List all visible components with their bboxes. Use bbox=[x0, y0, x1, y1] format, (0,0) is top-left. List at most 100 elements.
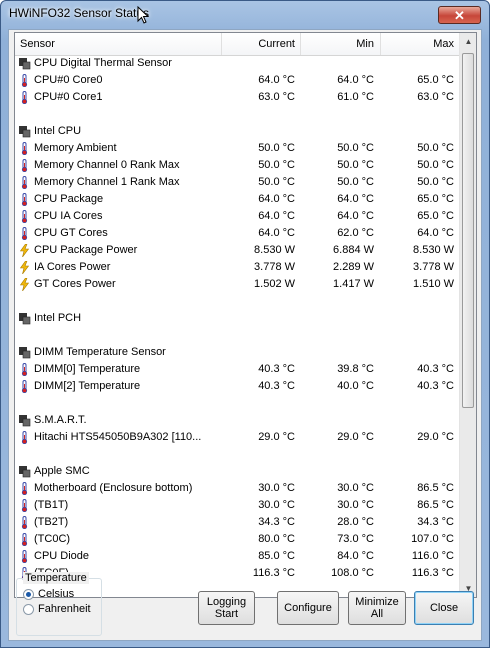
sensor-row[interactable]: (TB1T) 30.0 °C 30.0 °C 86.5 °C bbox=[15, 497, 460, 514]
sensor-name: Hitachi HTS545050B9A302 [110... bbox=[34, 431, 202, 443]
sensor-row[interactable]: CPU Package 64.0 °C 64.0 °C 65.0 °C bbox=[15, 191, 460, 208]
sensor-row[interactable]: (TC0C) 80.0 °C 73.0 °C 107.0 °C bbox=[15, 531, 460, 548]
column-header-max[interactable]: Max bbox=[433, 38, 454, 50]
thermometer-icon bbox=[18, 550, 31, 564]
thermometer-icon bbox=[18, 91, 31, 105]
min-value: 30.0 °C bbox=[337, 499, 374, 511]
max-value: 107.0 °C bbox=[411, 533, 454, 545]
configure-button[interactable]: Configure bbox=[277, 591, 339, 625]
radio-selected-icon[interactable] bbox=[23, 589, 34, 600]
sensor-group-row[interactable]: CPU Digital Thermal Sensor bbox=[15, 55, 460, 72]
chip-icon bbox=[18, 346, 31, 359]
min-value: 84.0 °C bbox=[337, 550, 374, 562]
min-value: 1.417 W bbox=[333, 278, 374, 290]
sensor-group-row[interactable]: Intel PCH bbox=[15, 310, 460, 327]
sensor-row[interactable]: DIMM[2] Temperature 40.3 °C 40.0 °C 40.3 °C bbox=[15, 378, 460, 395]
sensor-group-row[interactable]: Intel CPU bbox=[15, 123, 460, 140]
min-value: 2.289 W bbox=[333, 261, 374, 273]
sensor-group-row[interactable]: DIMM Temperature Sensor bbox=[15, 344, 460, 361]
current-value: 30.0 °C bbox=[258, 499, 295, 511]
thermometer-icon bbox=[18, 159, 31, 173]
max-value: 65.0 °C bbox=[417, 74, 454, 86]
max-value: 40.3 °C bbox=[417, 380, 454, 392]
thermometer-icon bbox=[18, 74, 31, 88]
mouse-cursor-icon bbox=[137, 6, 149, 24]
sensor-row[interactable]: Motherboard (Enclosure bottom) 30.0 °C 30.… bbox=[15, 480, 460, 497]
table-header: Sensor Current Min Max bbox=[15, 33, 460, 56]
thermometer-icon bbox=[18, 227, 31, 241]
min-value: 108.0 °C bbox=[331, 567, 374, 579]
chip-icon bbox=[18, 125, 31, 138]
sensor-row[interactable]: (TB2T) 34.3 °C 28.0 °C 34.3 °C bbox=[15, 514, 460, 531]
sensor-table[interactable]: Sensor Current Min Max CPU Digital Therm… bbox=[14, 32, 477, 598]
client-area: Sensor Current Min Max CPU Digital Therm… bbox=[8, 29, 482, 641]
scroll-up-arrow-icon[interactable]: ▲ bbox=[461, 33, 476, 50]
column-header-current[interactable]: Current bbox=[258, 38, 295, 50]
sensor-row[interactable]: CPU#0 Core1 63.0 °C 61.0 °C 63.0 °C bbox=[15, 89, 460, 106]
column-header-min[interactable]: Min bbox=[356, 38, 374, 50]
min-value: 30.0 °C bbox=[337, 482, 374, 494]
thermometer-icon bbox=[18, 499, 31, 513]
sensor-name: (TC0C) bbox=[34, 533, 71, 545]
sensor-row[interactable]: GT Cores Power 1.502 W 1.417 W 1.510 W bbox=[15, 276, 460, 293]
max-value: 63.0 °C bbox=[417, 91, 454, 103]
max-value: 65.0 °C bbox=[417, 210, 454, 222]
logging-start-button[interactable]: Logging Start bbox=[198, 591, 255, 625]
current-value: 50.0 °C bbox=[258, 142, 295, 154]
sensor-name: DIMM[2] Temperature bbox=[34, 380, 141, 392]
sensor-row[interactable]: DIMM[0] Temperature 40.3 °C 39.8 °C 40.3 °C bbox=[15, 361, 460, 378]
sensor-name: DIMM[0] Temperature bbox=[34, 363, 141, 375]
current-value: 64.0 °C bbox=[258, 210, 295, 222]
sensor-row[interactable]: CPU GT Cores 64.0 °C 62.0 °C 64.0 °C bbox=[15, 225, 460, 242]
column-divider[interactable] bbox=[380, 33, 381, 55]
sensor-row[interactable]: Memory Channel 0 Rank Max 50.0 °C 50.0 °C 5… bbox=[15, 157, 460, 174]
sensor-row[interactable]: Memory Ambient 50.0 °C 50.0 °C 50.0 °C bbox=[15, 140, 460, 157]
sensor-row[interactable]: Memory Channel 1 Rank Max 50.0 °C 50.0 °C 5… bbox=[15, 174, 460, 191]
thermometer-icon bbox=[18, 193, 31, 207]
sensor-group-row[interactable]: Apple SMC bbox=[15, 463, 460, 480]
fahrenheit-radio[interactable]: Fahrenheit bbox=[23, 603, 103, 617]
sensor-row[interactable]: CPU#0 Core0 64.0 °C 64.0 °C 65.0 °C bbox=[15, 72, 460, 89]
max-value: 1.510 W bbox=[413, 278, 454, 290]
scrollbar-thumb[interactable] bbox=[462, 53, 474, 408]
lightning-icon bbox=[18, 260, 31, 275]
sensor-row[interactable]: CPU Package Power 8.530 W 6.884 W 8.530 W bbox=[15, 242, 460, 259]
minimize-all-button[interactable]: Minimize All bbox=[348, 591, 406, 625]
lightning-icon bbox=[18, 277, 31, 292]
sensor-row[interactable]: CPU Diode 85.0 °C 84.0 °C 116.0 °C bbox=[15, 548, 460, 565]
sensor-row[interactable]: IA Cores Power 3.778 W 2.289 W 3.778 W bbox=[15, 259, 460, 276]
sensor-name: Memory Ambient bbox=[34, 142, 117, 154]
sensor-name: CPU Package bbox=[34, 193, 104, 205]
start-label: Start bbox=[214, 608, 239, 620]
current-value: 40.3 °C bbox=[258, 380, 295, 392]
min-value: 39.8 °C bbox=[337, 363, 374, 375]
fahrenheit-label[interactable]: Fahrenheit bbox=[38, 603, 91, 615]
sensor-row[interactable]: CPU IA Cores 64.0 °C 64.0 °C 65.0 °C bbox=[15, 208, 460, 225]
sensor-name: CPU Diode bbox=[34, 550, 90, 562]
celsius-label[interactable]: Celsius bbox=[38, 588, 74, 600]
chip-icon bbox=[18, 465, 31, 478]
min-value: 62.0 °C bbox=[337, 227, 374, 239]
thermometer-icon bbox=[18, 431, 31, 445]
spacer-row bbox=[15, 293, 460, 310]
radio-unselected-icon[interactable] bbox=[23, 604, 34, 615]
sensor-name: IA Cores Power bbox=[34, 261, 111, 273]
column-divider[interactable] bbox=[221, 33, 222, 55]
close-label: Close bbox=[429, 602, 459, 614]
window-close-button[interactable]: ✕ bbox=[438, 6, 481, 24]
sensor-row[interactable]: Hitachi HTS545050B9A302 [110... 29.0 °C 29… bbox=[15, 429, 460, 446]
column-divider[interactable] bbox=[300, 33, 301, 55]
vertical-scrollbar[interactable]: ▲ ▼ bbox=[459, 33, 476, 597]
sensor-name: Memory Channel 1 Rank Max bbox=[34, 176, 180, 188]
sensor-name: Apple SMC bbox=[34, 465, 90, 477]
celsius-radio[interactable]: Celsius bbox=[23, 588, 103, 602]
max-value: 50.0 °C bbox=[417, 142, 454, 154]
column-header-sensor[interactable]: Sensor bbox=[20, 38, 55, 50]
max-value: 116.3 °C bbox=[411, 567, 454, 579]
sensor-name: DIMM Temperature Sensor bbox=[34, 346, 166, 358]
sensor-name: CPU Package Power bbox=[34, 244, 138, 256]
close-button[interactable]: Close bbox=[414, 591, 474, 625]
sensor-group-row[interactable]: S.M.A.R.T. bbox=[15, 412, 460, 429]
sensor-name: GT Cores Power bbox=[34, 278, 116, 290]
title-bar[interactable]: HWiNFO32 Sensor Status ✕ bbox=[1, 1, 489, 29]
